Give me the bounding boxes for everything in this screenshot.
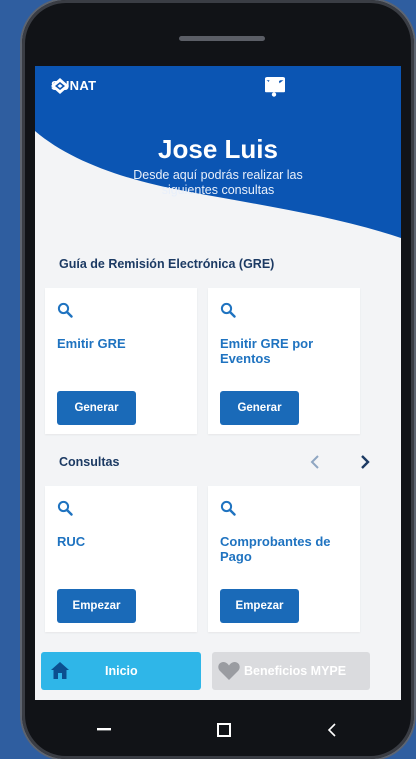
- app-screen: SUNAT Jose Luis Desde aquí podrás realiz…: [35, 66, 401, 700]
- card-emitir-gre-eventos[interactable]: Emitir GRE por Eventos Generar: [208, 288, 360, 434]
- home-icon: [51, 662, 69, 682]
- phone-frame: SUNAT Jose Luis Desde aquí podrás realiz…: [22, 0, 414, 759]
- card-title: Emitir GRE por Eventos: [220, 336, 314, 366]
- hero-subtitle: Desde aquí podrás realizar las siguiente…: [133, 168, 303, 197]
- tab-beneficios-mype[interactable]: Beneficios MYPE: [212, 652, 370, 690]
- recent-apps-icon[interactable]: [92, 718, 116, 742]
- hamburger-menu-icon[interactable]: [265, 77, 387, 99]
- card-comprobantes-pago[interactable]: Comprobantes de Pago Empezar: [208, 486, 360, 632]
- back-chevron-icon[interactable]: [320, 718, 344, 742]
- phone-speaker: [179, 36, 265, 41]
- consultas-section-title: Consultas: [59, 455, 120, 469]
- carousel-arrows: [305, 452, 375, 472]
- bottom-tab-bar: Inicio Beneficios MYPE: [35, 652, 401, 700]
- card-emitir-gre[interactable]: Emitir GRE Generar: [45, 288, 197, 434]
- search-icon: [57, 500, 73, 521]
- home-square-icon[interactable]: [212, 718, 236, 742]
- card-title: RUC: [57, 534, 86, 549]
- sunat-logo-icon: [51, 78, 69, 94]
- empezar-button[interactable]: Empezar: [57, 589, 136, 623]
- search-icon: [57, 302, 73, 323]
- bell-icon[interactable]: [266, 77, 337, 99]
- card-title: Comprobantes de Pago: [220, 534, 331, 564]
- gre-section-title: Guía de Remisión Electrónica (GRE): [59, 257, 275, 271]
- chevron-right-icon[interactable]: [355, 452, 375, 472]
- card-ruc[interactable]: RUC Empezar: [45, 486, 197, 632]
- search-icon: [220, 302, 236, 323]
- user-name: Jose Luis: [158, 134, 278, 164]
- chevron-left-icon[interactable]: [305, 452, 325, 472]
- tab-inicio[interactable]: Inicio: [41, 652, 201, 690]
- android-nav-bar: [22, 700, 414, 759]
- heart-icon: [218, 661, 240, 683]
- sunat-logo[interactable]: SUNAT: [51, 78, 96, 94]
- card-title: Emitir GRE: [57, 336, 126, 351]
- search-icon: [220, 500, 236, 521]
- header-actions: [265, 77, 387, 99]
- generar-button[interactable]: Generar: [57, 391, 136, 425]
- empezar-button[interactable]: Empezar: [220, 589, 299, 623]
- tab-inicio-label: Inicio: [105, 664, 138, 678]
- hero-header: SUNAT Jose Luis Desde aquí podrás realiz…: [35, 66, 401, 256]
- tab-mype-label: Beneficios MYPE: [244, 664, 347, 678]
- generar-button[interactable]: Generar: [220, 391, 299, 425]
